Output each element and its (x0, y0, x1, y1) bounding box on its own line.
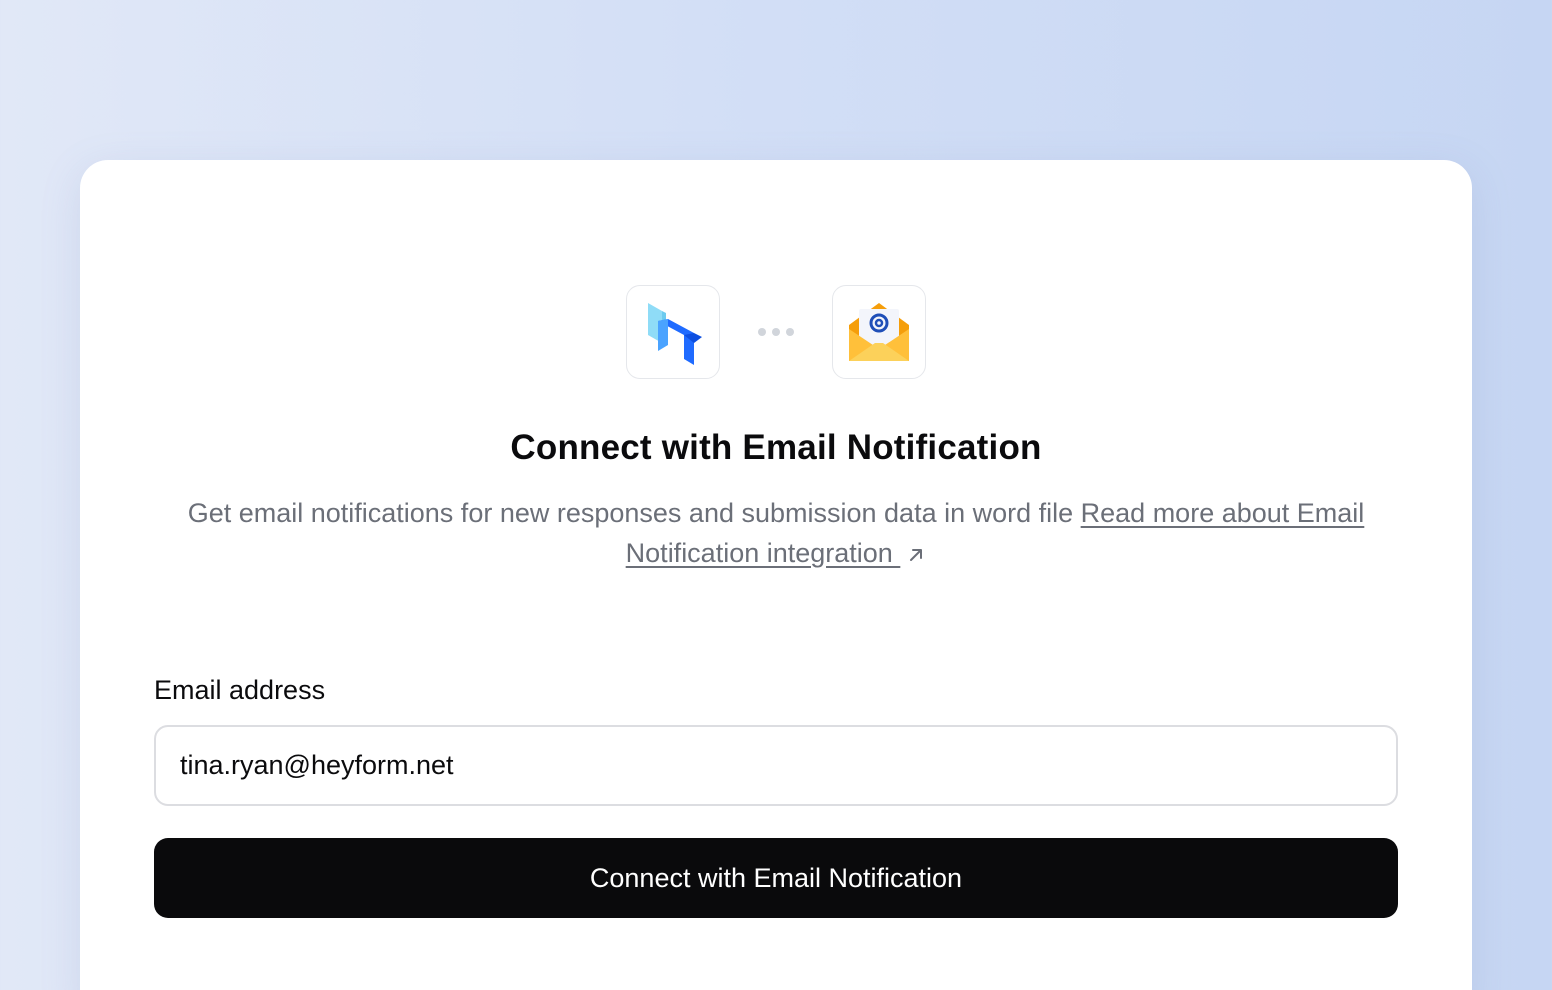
heyform-logo-icon (648, 303, 702, 365)
email-field-label: Email address (154, 675, 326, 705)
integration-icons-row (80, 284, 1472, 380)
integration-card: Connect with Email Notification Get emai… (80, 160, 1472, 990)
email-envelope-icon (849, 303, 909, 361)
ellipsis-dots-icon (758, 328, 766, 336)
integration-description: Get email notifications for new response… (154, 493, 1398, 573)
description-text: Get email notifications for new response… (187, 498, 1081, 528)
external-link-arrow-icon (910, 548, 923, 561)
page-title: Connect with Email Notification (510, 428, 1042, 467)
connector-dots (720, 328, 832, 336)
email-app-tile (832, 285, 926, 379)
email-field[interactable] (154, 725, 1398, 806)
connect-button[interactable]: Connect with Email Notification (154, 838, 1398, 918)
heyform-app-tile (626, 285, 720, 379)
